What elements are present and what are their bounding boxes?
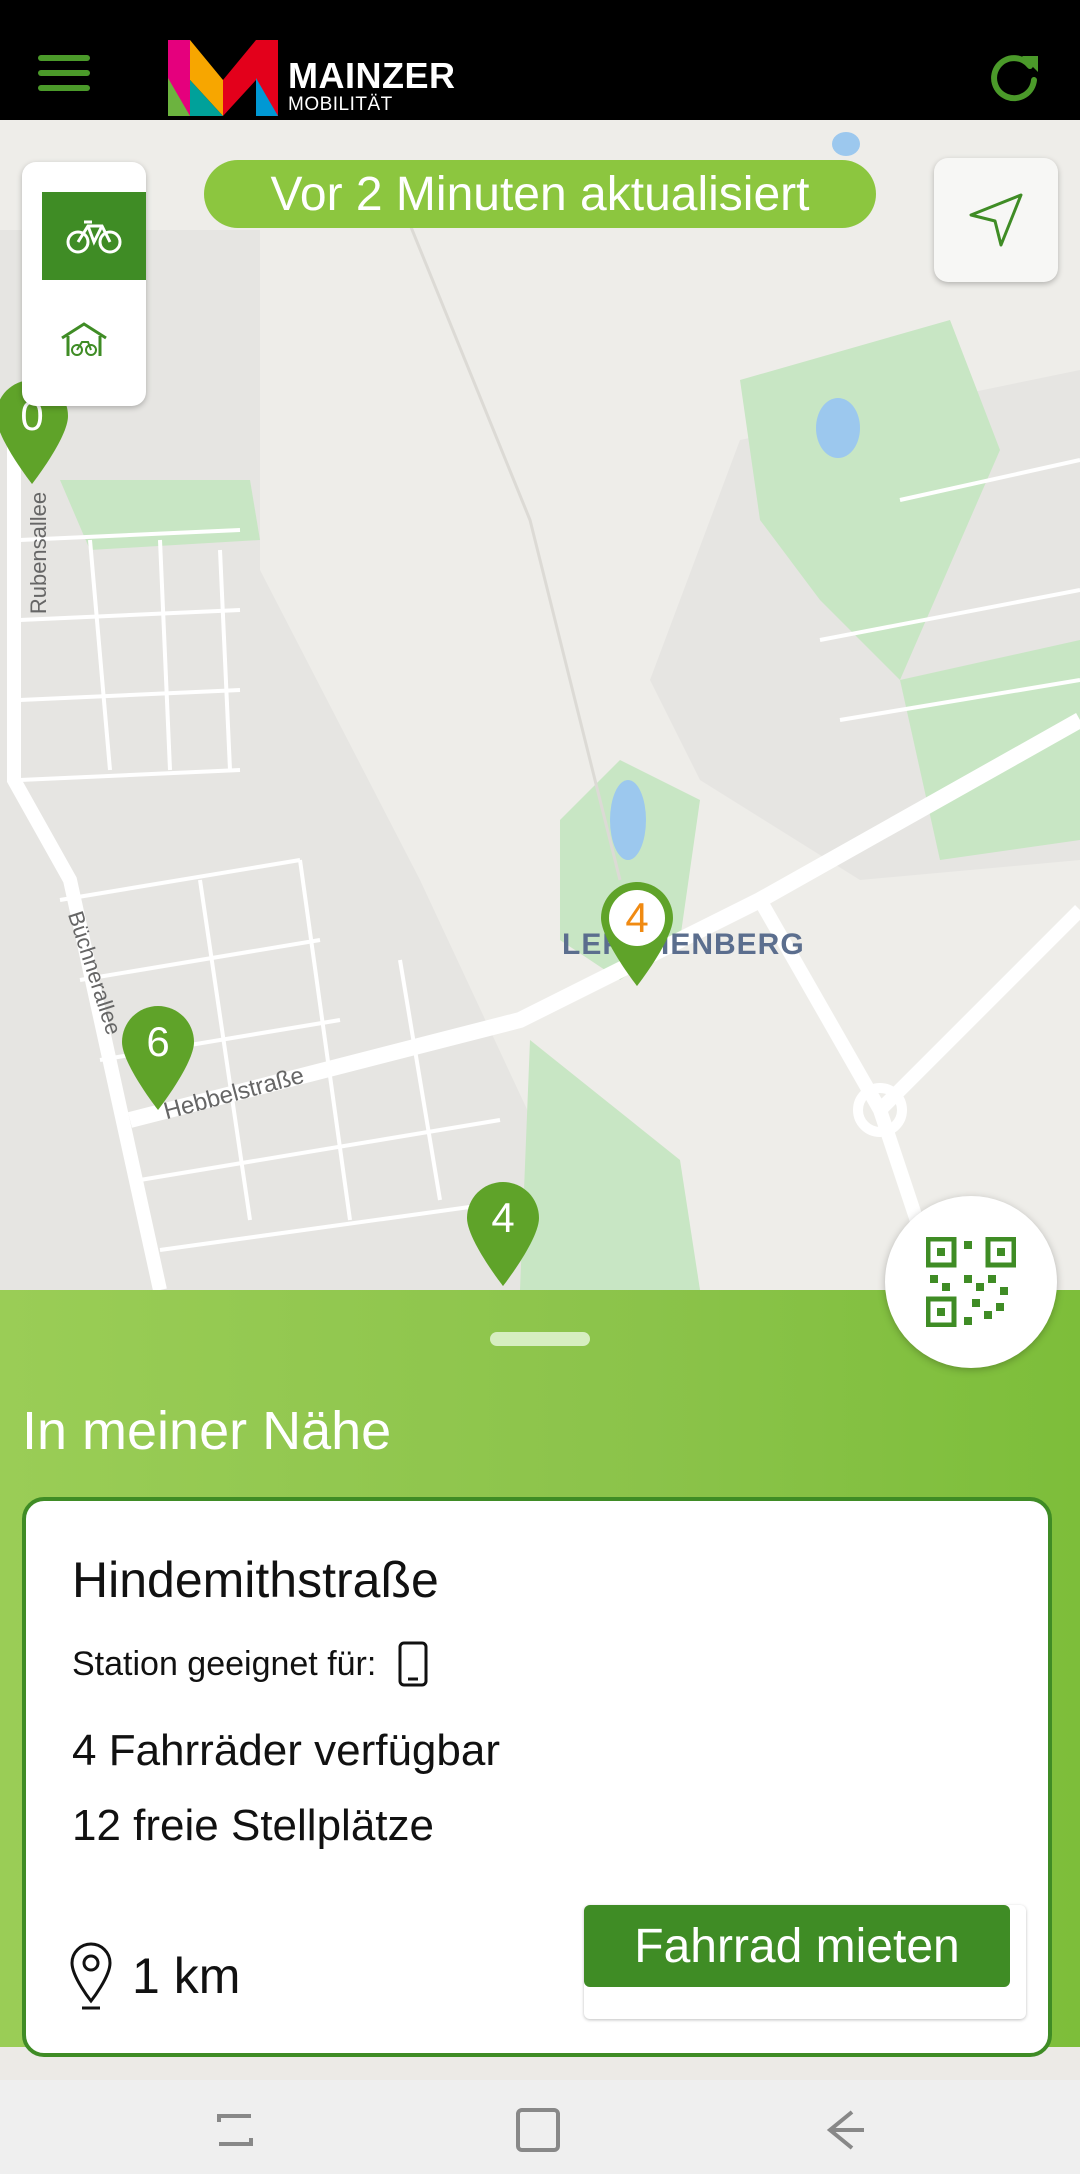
garage-layer-toggle[interactable] (22, 290, 146, 390)
qr-code-icon (926, 1237, 1016, 1327)
app-header: MAINZER MOBILITÄT (0, 0, 1080, 120)
locate-me-button[interactable] (934, 158, 1058, 282)
nearby-bottom-sheet[interactable]: In meiner Nähe Hindemithstraße Station g… (0, 1290, 1080, 2057)
layer-toggle-panel (22, 162, 146, 406)
distance-row: 1 km (68, 1941, 240, 2011)
pin-count: 4 (625, 894, 649, 941)
station-pin[interactable]: 6 (118, 1002, 198, 1112)
smartphone-icon (398, 1641, 428, 1687)
update-status-pill: Vor 2 Minuten aktualisiert (204, 160, 876, 228)
rent-bike-button-wrapper: Fahrrad mieten (584, 1905, 1026, 2019)
suited-label: Station geeignet für: (72, 1644, 377, 1683)
brand-name: MAINZER (288, 55, 456, 96)
recent-apps-icon[interactable] (205, 2100, 265, 2160)
location-pin-icon (70, 1942, 112, 2010)
distance-value: 1 km (132, 1948, 241, 2004)
sheet-drag-handle[interactable] (490, 1332, 590, 1346)
navigation-arrow-icon (969, 193, 1023, 247)
station-card[interactable]: Hindemithstraße Station geeignet für: 4 … (22, 1497, 1052, 2057)
system-nav-bar (0, 2080, 1080, 2174)
pin-count: 6 (146, 1018, 170, 1065)
back-icon[interactable] (812, 2100, 872, 2160)
bike-layer-toggle[interactable] (42, 192, 146, 280)
station-name: Hindemithstraße (72, 1552, 439, 1608)
refresh-icon[interactable] (986, 50, 1042, 106)
bike-garage-icon (61, 322, 107, 356)
qr-scan-button[interactable] (885, 1196, 1057, 1368)
station-suited-row: Station geeignet für: (72, 1641, 428, 1687)
map-canvas (0, 132, 1080, 1290)
station-pin-selected[interactable]: 4 (597, 878, 677, 988)
home-icon[interactable] (508, 2100, 568, 2160)
bicycle-icon (66, 220, 122, 254)
free-slots: 12 freie Stellplätze (72, 1801, 434, 1850)
rent-bike-button[interactable]: Fahrrad mieten (584, 1905, 1010, 1987)
street-label-rubensallee: Rubensallee (26, 491, 52, 615)
bikes-available: 4 Fahrräder verfügbar (72, 1726, 500, 1775)
station-pin[interactable]: 4 (463, 1178, 543, 1288)
mainzer-mobilitaet-logo (168, 40, 278, 116)
pin-count: 4 (491, 1194, 515, 1241)
brand-text: MAINZER MOBILITÄT (288, 58, 456, 116)
map-view[interactable]: Rubensallee Büchnerallee Hebbelstraße LE… (0, 120, 1080, 1290)
hamburger-menu-icon[interactable] (38, 55, 90, 91)
brand-subtitle: MOBILITÄT (288, 94, 393, 115)
sheet-title: In meiner Nähe (22, 1401, 392, 1461)
